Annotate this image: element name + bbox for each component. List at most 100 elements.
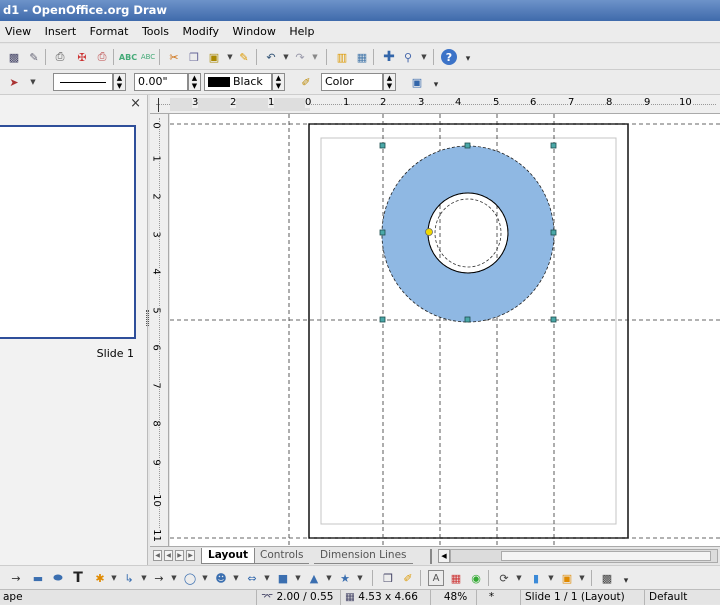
edit-file-icon[interactable]: ✎ [26,49,42,65]
chevron-down-icon[interactable]: ▼ [307,49,323,65]
tab-dimension-lines[interactable]: Dimension Lines [314,548,413,564]
horizontal-ruler[interactable]: 3 2 1 0 1 2 3 4 5 6 7 8 9 10 [150,95,720,114]
print-direct-icon[interactable]: ⎙ [94,49,110,65]
text-tool-icon[interactable]: T [70,570,86,586]
slide-thumbnail[interactable] [0,125,136,339]
tab-splitter[interactable] [430,549,432,564]
chevron-down-icon[interactable]: ▼ [290,570,306,586]
toolbar-separator [373,49,374,65]
navigator-icon[interactable]: ✚ [381,49,397,65]
line-style-spin[interactable]: ▲ ▼ [113,73,126,91]
chevron-down-icon[interactable]: ▼ [136,570,152,586]
align-icon[interactable]: ▮ [528,570,544,586]
menu-view[interactable]: View [0,21,36,43]
rectangle-tool-icon[interactable]: ▬ [30,570,46,586]
scroll-left-icon[interactable]: ◀ [438,549,450,563]
prev-tab-icon[interactable]: ◀ [164,550,173,561]
chevron-down-icon[interactable]: ▼ [166,570,182,586]
extrusion-icon[interactable]: ◉ [468,570,484,586]
help-icon[interactable]: ? [441,49,457,65]
scroll-thumb[interactable] [501,551,711,561]
toolbar-overflow-icon[interactable]: ▾ [618,573,634,589]
line-style-select[interactable] [53,73,113,91]
menu-insert[interactable]: Insert [40,21,82,43]
next-tab-icon[interactable]: ▶ [175,550,184,561]
stars-icon[interactable]: ★ [337,570,353,586]
ruler-label: 2 [150,193,162,200]
window-title: d1 - OpenOffice.org Draw [3,3,168,17]
cut-icon[interactable]: ✂ [166,49,182,65]
close-icon[interactable]: × [130,96,141,111]
last-tab-icon[interactable]: ▶ [186,550,195,561]
connector-tool-icon[interactable]: ↳ [121,570,137,586]
paste-icon[interactable]: ▣ [206,49,222,65]
chevron-down-icon[interactable]: ▼ [321,570,337,586]
line-color-select[interactable]: Black [204,73,272,91]
shadow-icon[interactable]: ▣ [409,74,425,90]
chevron-down-icon[interactable]: ▼ [106,570,122,586]
autospellcheck-icon[interactable]: ABC [140,49,156,65]
symbol-shapes-icon[interactable]: ☻ [213,570,229,586]
chevron-down-icon[interactable]: ▼ [511,570,527,586]
redo-icon[interactable]: ↷ [292,49,308,65]
chevron-down-icon[interactable]: ▼ [543,570,559,586]
toolbar-overflow-icon[interactable]: ▾ [460,51,476,67]
insert-picture-icon[interactable]: ▦ [448,570,464,586]
basic-shapes-icon[interactable]: ◯ [182,570,198,586]
chart-icon[interactable]: ▥ [334,49,350,65]
menu-modify[interactable]: Modify [178,21,224,43]
shape-adjust-handle[interactable] [425,228,433,236]
chevron-down-icon[interactable]: ▼ [25,74,41,90]
vertical-ruler[interactable]: 0 1 2 3 4 5 6 7 8 9 10 11 [150,114,169,546]
chevron-down-icon[interactable]: ▼ [228,570,244,586]
ellipse-tool-icon[interactable]: ⬬ [50,570,66,586]
area-style-select[interactable]: Color [321,73,383,91]
clone-format-icon[interactable]: ✎ [236,49,252,65]
line-tool-icon[interactable]: → [8,570,24,586]
export-pdf-icon[interactable]: ✠ [74,49,90,65]
chevron-down-icon[interactable]: ▼ [574,570,590,586]
menu-help[interactable]: Help [284,21,319,43]
chevron-down-icon[interactable]: ▼ [352,570,368,586]
points-icon[interactable]: ❒ [380,570,396,586]
slides-panel: × Slide 1 [0,95,148,565]
area-icon[interactable]: ✐ [298,74,314,90]
print-icon[interactable]: ⎙ [52,49,68,65]
copy-icon[interactable]: ❐ [186,49,202,65]
line-color-spin[interactable]: ▲ ▼ [272,73,285,91]
first-tab-icon[interactable]: ◀ [153,550,162,561]
toolbar-separator [256,49,257,65]
menu-window[interactable]: Window [228,21,281,43]
arrow-style-icon[interactable]: ➤ [6,74,22,90]
table-icon[interactable]: ▦ [354,49,370,65]
chevron-down-icon[interactable]: ▼ [416,49,432,65]
zoom-icon[interactable]: ⚲ [400,49,416,65]
save-icon[interactable]: ▩ [6,49,22,65]
horizontal-scrollbar[interactable] [450,549,718,563]
flowchart-icon[interactable]: ■ [275,570,291,586]
toolbar-overflow-icon[interactable]: ▾ [428,77,444,93]
undo-icon[interactable]: ↶ [263,49,279,65]
menu-tools[interactable]: Tools [137,21,174,43]
chevron-down-icon[interactable]: ▼ [197,570,213,586]
menu-format[interactable]: Format [85,21,134,43]
line-width-field[interactable]: 0.00" [134,73,188,91]
block-arrows-icon[interactable]: ⇔ [244,570,260,586]
tab-layout[interactable]: Layout [201,548,256,564]
status-zoom[interactable]: 48% [430,590,476,605]
shadow-toggle-icon[interactable]: ▩ [599,570,615,586]
arrange-icon[interactable]: ▣ [559,570,575,586]
area-style-spin[interactable]: ▲ ▼ [383,73,396,91]
callouts-icon[interactable]: ▲ [306,570,322,586]
spellcheck-icon[interactable]: ABC [119,49,137,65]
fontwork-icon[interactable]: A [428,570,444,586]
tab-controls[interactable]: Controls [254,548,310,564]
drawing-canvas[interactable] [170,114,720,546]
chevron-down-icon[interactable]: ▼ [259,570,275,586]
rotate-icon[interactable]: ⟳ [496,570,512,586]
line-width-spin[interactable]: ▲ ▼ [188,73,201,91]
lines-arrows-icon[interactable]: → [151,570,167,586]
panel-splitter[interactable] [146,310,149,326]
ruler-label: 2 [380,97,387,108]
glue-points-icon[interactable]: ✐ [400,570,416,586]
